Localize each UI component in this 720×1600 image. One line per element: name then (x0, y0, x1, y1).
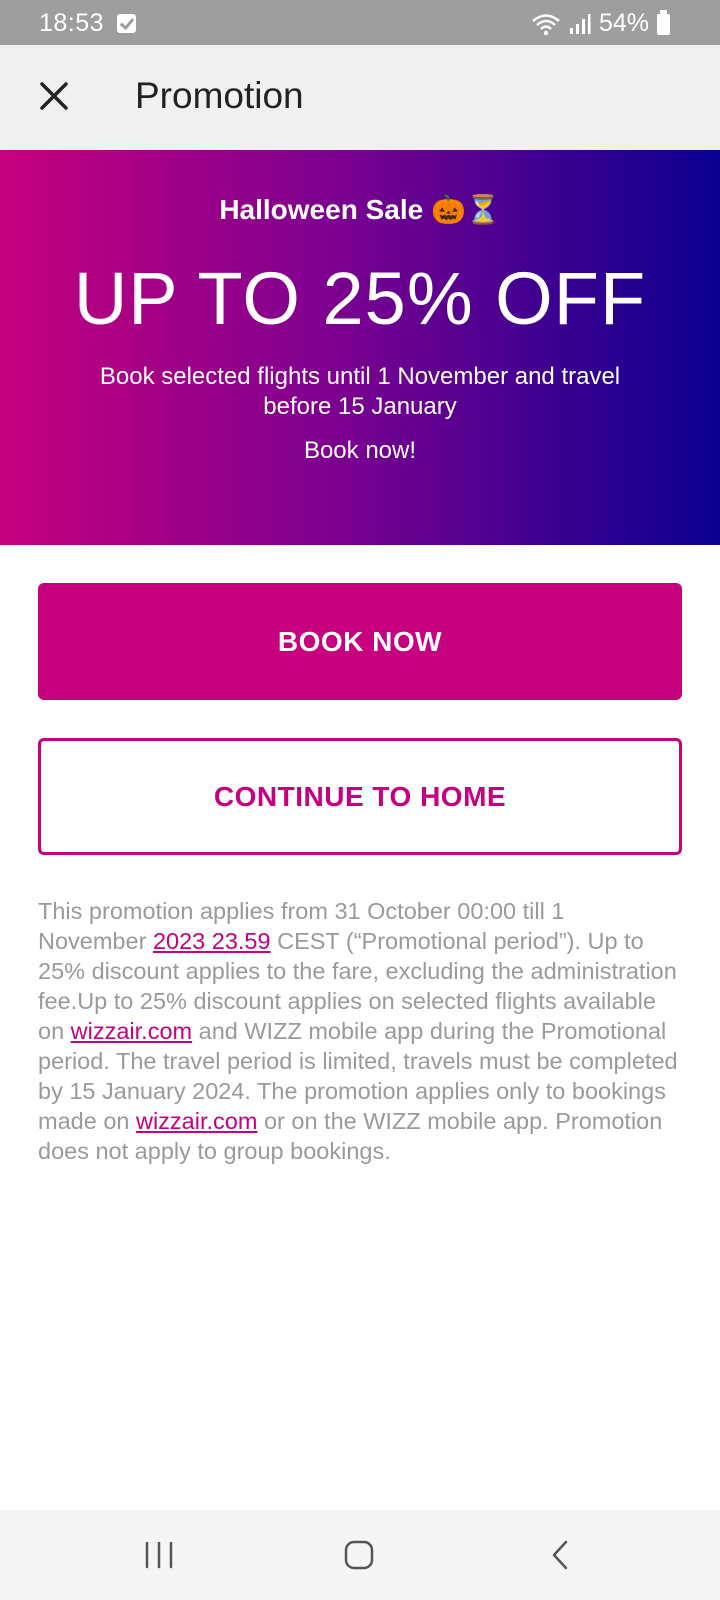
banner-description: Book selected flights until 1 November a… (99, 363, 621, 420)
notification-check-icon (117, 14, 136, 33)
status-bar: 18:53 54% (0, 0, 720, 45)
nav-home-icon[interactable] (343, 1539, 375, 1571)
status-indicators: 54% (531, 9, 670, 38)
wifi-icon (532, 13, 560, 35)
page-title: Promotion (135, 75, 304, 116)
signal-icon (569, 13, 591, 34)
continue-to-home-button[interactable]: CONTINUE TO HOME (38, 738, 682, 855)
nav-back-icon[interactable] (548, 1539, 572, 1571)
wizzair-link[interactable]: wizzair.com (71, 1018, 192, 1044)
banner-cta-text: Book now! (303, 437, 417, 464)
banner-sale-title: Halloween Sale 🎃⏳ (219, 194, 501, 225)
banner-headline: UP TO 25% OFF (73, 257, 647, 340)
promo-banner: Halloween Sale 🎃⏳ UP TO 25% OFF Book sel… (0, 150, 720, 545)
status-time: 18:53 (39, 9, 105, 37)
close-icon[interactable] (30, 72, 78, 120)
nav-recent-icon[interactable] (143, 1540, 175, 1570)
wizzair-link[interactable]: wizzair.com (136, 1108, 257, 1134)
app-header: Promotion (0, 45, 720, 150)
promotion-terms: This promotion applies from 31 October 0… (38, 896, 678, 1166)
terms-date-link[interactable]: 2023 23.59 (153, 928, 271, 954)
battery-icon (657, 10, 670, 35)
system-nav-bar (0, 1510, 720, 1600)
book-now-button[interactable]: BOOK NOW (38, 583, 682, 700)
battery-percent: 54% (598, 9, 649, 37)
